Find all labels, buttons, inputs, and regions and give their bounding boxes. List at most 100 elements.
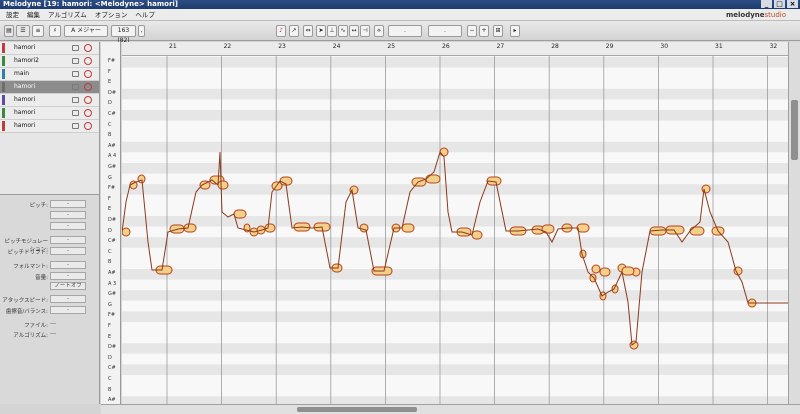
horizontal-scroll-thumb[interactable]: [297, 407, 417, 412]
pitch-mod-value[interactable]: -: [50, 236, 86, 244]
note-blob[interactable]: [122, 227, 131, 237]
track-edit-icon[interactable]: [72, 71, 79, 77]
minimize-button[interactable]: _: [761, 0, 772, 8]
track-row[interactable]: hamori2: [0, 55, 99, 68]
track-row[interactable]: hamori: [0, 107, 99, 120]
quantize-field[interactable]: .: [388, 25, 422, 37]
track-edit-icon[interactable]: [72, 84, 79, 90]
scale-grid-select[interactable]: A メジャー: [64, 25, 108, 37]
view-toggle-button[interactable]: ▤: [4, 25, 14, 37]
time-tool-icon[interactable]: ⇔: [303, 25, 313, 37]
track-name: hamori: [14, 44, 36, 51]
note-blob[interactable]: [471, 230, 483, 240]
grid-field[interactable]: .: [428, 25, 462, 37]
note-blob[interactable]: [629, 340, 639, 350]
note-separation-icon[interactable]: ⊣: [360, 25, 370, 37]
track-edit-icon[interactable]: [72, 45, 79, 51]
key-label: C#: [108, 111, 116, 117]
track-record-icon[interactable]: [84, 96, 92, 104]
track-color-bar: [2, 95, 5, 105]
play-icon[interactable]: ▸: [510, 25, 520, 37]
menu-options[interactable]: オプション: [95, 9, 128, 20]
horizontal-scrollbar[interactable]: [101, 404, 800, 414]
track-row[interactable]: main: [0, 68, 99, 81]
main-tool-icon[interactable]: ➤: [316, 25, 326, 37]
note-blob[interactable]: [541, 224, 555, 234]
track-row[interactable]: hamori: [0, 81, 99, 94]
amplitude-tool-icon[interactable]: ⊥: [327, 25, 337, 37]
attack-value[interactable]: -: [50, 295, 86, 303]
key-label: G: [108, 301, 112, 308]
pitch-drift-value[interactable]: -: [50, 247, 86, 255]
note-blob[interactable]: [233, 209, 247, 219]
menu-settings[interactable]: 設定: [6, 9, 19, 20]
note-off-button[interactable]: ノートオフ: [50, 282, 86, 290]
note-blob[interactable]: [137, 174, 146, 184]
note-blob[interactable]: [359, 223, 369, 233]
timing-tool-icon[interactable]: ↔: [349, 25, 359, 37]
track-name: hamori: [14, 83, 36, 90]
pitch-tool-icon[interactable]: ♪: [276, 25, 286, 37]
note-blob[interactable]: [439, 147, 449, 157]
track-record-icon[interactable]: [84, 109, 92, 117]
track-record-icon[interactable]: [84, 122, 92, 130]
menu-help[interactable]: ヘルプ: [135, 9, 155, 20]
tempo-field[interactable]: 163 (82): [111, 25, 136, 44]
pitch-value-3[interactable]: -: [50, 222, 86, 230]
track-row[interactable]: hamori: [0, 94, 99, 107]
note-blob[interactable]: [217, 180, 229, 190]
key-label: C: [108, 248, 112, 255]
balance-label: 歯擦音/バランス:: [5, 309, 48, 315]
pitch-drift-label: ピッチドリフト:: [7, 250, 48, 256]
close-button[interactable]: ×: [787, 0, 798, 8]
key-label: A 4: [108, 153, 117, 160]
track-edit-icon[interactable]: [72, 123, 79, 129]
window-controls: _ □ ×: [761, 0, 798, 8]
layout-button[interactable]: ☰: [16, 25, 30, 37]
menu-edit[interactable]: 編集: [27, 9, 40, 20]
scroll-tool-icon[interactable]: ⟡: [374, 25, 384, 37]
key-label: D#: [108, 344, 117, 351]
menu-algorithm[interactable]: アルゴリズム: [48, 9, 87, 20]
note-blob[interactable]: [591, 264, 601, 274]
note-blob[interactable]: [599, 267, 611, 277]
snap-icon[interactable]: ⊞: [493, 25, 503, 37]
attack-label: アタックスピード:: [2, 298, 48, 304]
note-blob[interactable]: [689, 226, 705, 236]
pitch-value-2[interactable]: -: [50, 211, 86, 219]
zoom-out-icon[interactable]: −: [467, 25, 477, 37]
key-label: A#: [108, 142, 116, 149]
zoom-in-icon[interactable]: +: [479, 25, 489, 37]
track-record-icon[interactable]: [84, 44, 92, 52]
mixer-button[interactable]: ≡: [32, 25, 44, 37]
vertical-scrollbar[interactable]: [788, 42, 800, 404]
track-edit-icon[interactable]: [72, 97, 79, 103]
vertical-scroll-thumb[interactable]: [791, 100, 798, 160]
track-row[interactable]: hamori: [0, 120, 99, 133]
track-record-icon[interactable]: [84, 70, 92, 78]
note-blobs[interactable]: [122, 42, 788, 404]
menu-bar: 設定 編集 アルゴリズム オプション ヘルプ melodynestudio: [0, 9, 800, 21]
balance-value[interactable]: -: [50, 306, 86, 314]
pitch-value[interactable]: -: [50, 200, 86, 208]
note-blob[interactable]: [621, 266, 635, 276]
key-label: F#: [108, 312, 116, 319]
maximize-button[interactable]: □: [774, 0, 785, 8]
note-blob[interactable]: [401, 223, 415, 233]
note-blob[interactable]: [349, 185, 359, 195]
algorithm-label: アルゴリズム:: [13, 333, 48, 339]
tempo-menu-button[interactable]: ,: [138, 25, 145, 37]
pitch-modulation-icon[interactable]: ↗: [289, 25, 299, 37]
track-edit-icon[interactable]: [72, 110, 79, 116]
formant-tool-icon[interactable]: ∿: [338, 25, 348, 37]
track-record-icon[interactable]: [84, 83, 92, 91]
track-record-icon[interactable]: [84, 57, 92, 65]
note-editor[interactable]: 21 22 23 24 25 26 27 28 29 30 31 32: [122, 42, 788, 404]
track-row[interactable]: hamori: [0, 42, 99, 55]
note-blob[interactable]: [425, 174, 441, 184]
key-label: G#: [108, 164, 117, 170]
pitch-grid-icon[interactable]: ♯: [49, 25, 61, 37]
track-edit-icon[interactable]: [72, 58, 79, 64]
formant-value[interactable]: -: [50, 261, 86, 269]
volume-value[interactable]: -: [50, 272, 86, 280]
